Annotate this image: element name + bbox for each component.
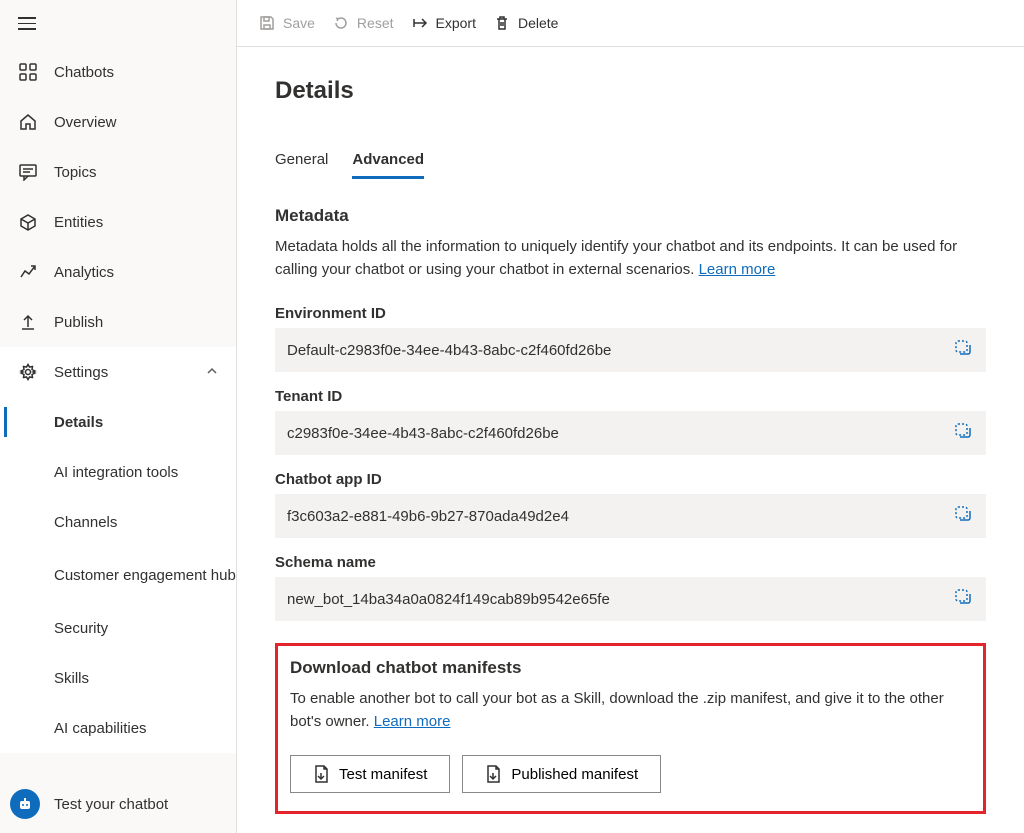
- manifests-section: Download chatbot manifests To enable ano…: [275, 643, 986, 814]
- toolbar: Save Reset Export Delete: [237, 0, 1024, 47]
- subnav-ai-capabilities[interactable]: AI capabilities: [0, 703, 236, 753]
- page-title: Details: [275, 77, 986, 105]
- analytics-icon: [18, 262, 38, 282]
- published-manifest-label: Published manifest: [511, 766, 638, 783]
- manifests-heading: Download chatbot manifests: [290, 658, 971, 678]
- chat-icon: [18, 162, 38, 182]
- copy-icon[interactable]: [950, 584, 976, 614]
- sidebar-header: [0, 0, 236, 47]
- sidebar-item-topics[interactable]: Topics: [0, 147, 236, 197]
- metadata-heading: Metadata: [275, 206, 986, 226]
- tenant-id-value: c2983f0e-34ee-4b43-8abc-c2f460fd26be: [287, 425, 559, 442]
- upload-icon: [18, 312, 38, 332]
- published-manifest-button[interactable]: Published manifest: [462, 755, 661, 793]
- sidebar-item-label: Entities: [54, 214, 103, 231]
- env-id-value: Default-c2983f0e-34ee-4b43-8abc-c2f460fd…: [287, 342, 611, 359]
- subnav-skills[interactable]: Skills: [0, 653, 236, 703]
- tab-general[interactable]: General: [275, 145, 328, 178]
- export-button[interactable]: Export: [412, 15, 476, 31]
- sidebar-item-label: Topics: [54, 164, 97, 181]
- sidebar-nav: Chatbots Overview Topics Entities Analyt: [0, 47, 236, 753]
- subnav-details[interactable]: Details: [0, 397, 236, 447]
- content: Details General Advanced Metadata Metada…: [237, 47, 1024, 833]
- env-id-label: Environment ID: [275, 305, 986, 322]
- chevron-up-icon: [206, 364, 218, 380]
- subnav-customer-engagement[interactable]: Customer engagement hub: [0, 547, 236, 603]
- copy-icon[interactable]: [950, 501, 976, 531]
- bot-icon: [10, 789, 40, 819]
- manifest-buttons: Test manifest Published manifest: [290, 755, 971, 793]
- document-download-icon: [313, 765, 329, 783]
- tab-advanced[interactable]: Advanced: [352, 145, 424, 178]
- test-manifest-button[interactable]: Test manifest: [290, 755, 450, 793]
- export-icon: [412, 15, 428, 31]
- sidebar-item-label: Publish: [54, 314, 103, 331]
- trash-icon: [494, 15, 510, 31]
- reset-label: Reset: [357, 15, 394, 31]
- app-id-label: Chatbot app ID: [275, 471, 986, 488]
- copy-icon[interactable]: [950, 418, 976, 448]
- copy-icon[interactable]: [950, 335, 976, 365]
- save-icon: [259, 15, 275, 31]
- tenant-id-label: Tenant ID: [275, 388, 986, 405]
- save-label: Save: [283, 15, 315, 31]
- metadata-learn-more-link[interactable]: Learn more: [699, 261, 776, 278]
- sidebar: Chatbots Overview Topics Entities Analyt: [0, 0, 237, 833]
- subnav-ai-integration[interactable]: AI integration tools: [0, 447, 236, 497]
- gear-icon: [18, 362, 38, 382]
- test-manifest-label: Test manifest: [339, 766, 427, 783]
- manifests-description: To enable another bot to call your bot a…: [290, 688, 971, 733]
- env-id-field: Environment ID Default-c2983f0e-34ee-4b4…: [275, 305, 986, 372]
- sidebar-item-label: Chatbots: [54, 64, 114, 81]
- home-icon: [18, 112, 38, 132]
- reset-icon: [333, 15, 349, 31]
- export-label: Export: [436, 15, 476, 31]
- schema-value: new_bot_14ba34a0a0824f149cab89b9542e65fe: [287, 591, 610, 608]
- hamburger-icon[interactable]: [18, 17, 36, 30]
- sidebar-footer[interactable]: Test your chatbot: [0, 777, 236, 833]
- sidebar-item-entities[interactable]: Entities: [0, 197, 236, 247]
- sidebar-item-analytics[interactable]: Analytics: [0, 247, 236, 297]
- metadata-description: Metadata holds all the information to un…: [275, 236, 986, 281]
- settings-subnav: Details AI integration tools Channels Cu…: [0, 397, 236, 753]
- manifests-learn-more-link[interactable]: Learn more: [374, 713, 451, 730]
- sidebar-item-label: Analytics: [54, 264, 114, 281]
- reset-button[interactable]: Reset: [333, 15, 394, 31]
- app-id-value-box: f3c603a2-e881-49b6-9b27-870ada49d2e4: [275, 494, 986, 538]
- main-area: Save Reset Export Delete Details General…: [237, 0, 1024, 833]
- sidebar-item-publish[interactable]: Publish: [0, 297, 236, 347]
- metadata-section: Metadata Metadata holds all the informat…: [275, 206, 986, 281]
- tabs: General Advanced: [275, 145, 986, 178]
- sidebar-item-overview[interactable]: Overview: [0, 97, 236, 147]
- delete-label: Delete: [518, 15, 558, 31]
- app-id-field: Chatbot app ID f3c603a2-e881-49b6-9b27-8…: [275, 471, 986, 538]
- schema-label: Schema name: [275, 554, 986, 571]
- schema-value-box: new_bot_14ba34a0a0824f149cab89b9542e65fe: [275, 577, 986, 621]
- subnav-channels[interactable]: Channels: [0, 497, 236, 547]
- sidebar-item-chatbots[interactable]: Chatbots: [0, 47, 236, 97]
- box-icon: [18, 212, 38, 232]
- tenant-id-field: Tenant ID c2983f0e-34ee-4b43-8abc-c2f460…: [275, 388, 986, 455]
- tenant-id-value-box: c2983f0e-34ee-4b43-8abc-c2f460fd26be: [275, 411, 986, 455]
- sidebar-item-label: Settings: [54, 364, 108, 381]
- test-chatbot-label: Test your chatbot: [54, 796, 168, 813]
- grid-icon: [18, 62, 38, 82]
- delete-button[interactable]: Delete: [494, 15, 558, 31]
- schema-field: Schema name new_bot_14ba34a0a0824f149cab…: [275, 554, 986, 621]
- sidebar-item-label: Overview: [54, 114, 117, 131]
- app-id-value: f3c603a2-e881-49b6-9b27-870ada49d2e4: [287, 508, 569, 525]
- subnav-security[interactable]: Security: [0, 603, 236, 653]
- document-download-icon: [485, 765, 501, 783]
- env-id-value-box: Default-c2983f0e-34ee-4b43-8abc-c2f460fd…: [275, 328, 986, 372]
- save-button[interactable]: Save: [259, 15, 315, 31]
- sidebar-item-settings[interactable]: Settings: [0, 347, 236, 397]
